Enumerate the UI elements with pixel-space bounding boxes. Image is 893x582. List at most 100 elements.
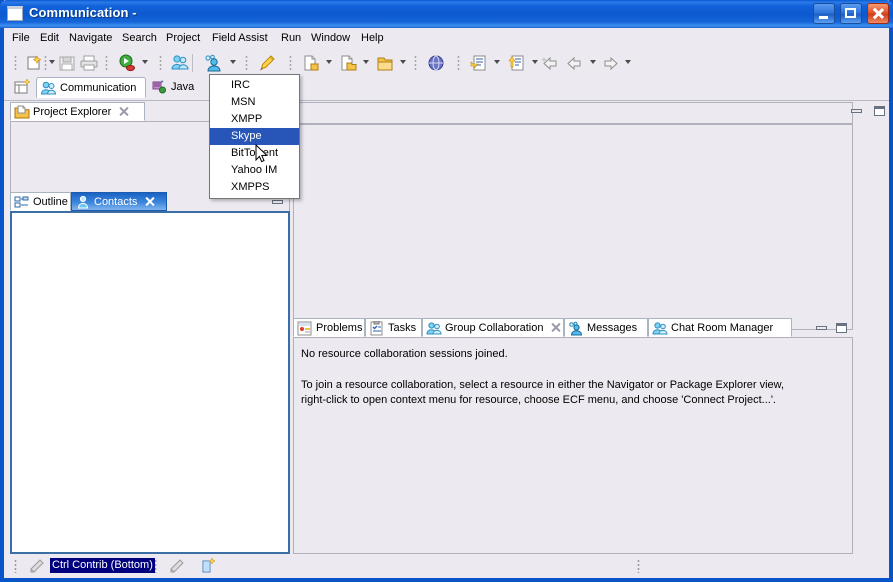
main-toolbar [4,49,889,77]
tab-outline[interactable]: Outline [10,192,71,211]
provider-dropdown-menu[interactable]: IRC MSN XMPP Skype BitTorrent Yahoo IM X… [209,74,300,199]
tab-label-tasks: Tasks [388,322,417,334]
prev-nav-dropdown-arrow[interactable] [590,60,596,64]
open-type-button[interactable] [469,53,489,73]
close-icon[interactable] [145,197,154,206]
menu-item-xmpp[interactable]: XMPP [210,111,299,128]
menu-edit[interactable]: Edit [36,31,63,45]
title-bar: Communication - [0,0,893,28]
open-task-dropdown-arrow[interactable] [532,60,538,64]
new-folder-button[interactable] [375,53,395,73]
tasks-icon [369,320,385,336]
menu-item-bittorrent[interactable]: BitTorrent [210,145,299,162]
menu-field-assist[interactable]: Field Assist [208,31,272,45]
toolbar-grip[interactable] [414,55,417,71]
toolbar-grip[interactable] [289,55,292,71]
open-perspective-icon[interactable] [14,78,32,96]
editor-minimize-button[interactable] [850,105,863,120]
tab-label-group-collaboration: Group Collaboration [445,322,544,334]
minimize-button[interactable] [812,3,835,24]
menu-item-skype[interactable]: Skype [210,128,299,145]
toolbar-grip[interactable] [159,55,162,71]
bottom-view-maximize-button[interactable] [830,322,848,337]
tab-label-messages: Messages [587,322,638,334]
tab-problems[interactable]: Problems [293,318,365,337]
perspective-bar: Communication Java [4,76,889,101]
toolbar-grip[interactable] [105,55,108,71]
print-button[interactable] [79,53,99,73]
editor-maximize-button[interactable] [868,105,886,120]
menu-help[interactable]: Help [357,31,388,45]
editor-area[interactable] [293,124,853,330]
back-nav-button[interactable] [541,53,561,73]
menu-item-xmpps[interactable]: XMPPS [210,179,299,196]
status-highlight-label[interactable]: Ctrl Contrib (Bottom) [50,558,155,573]
menu-file[interactable]: File [8,31,34,45]
menu-search[interactable]: Search [118,31,161,45]
next-nav-button[interactable] [600,53,620,73]
tab-label-project-explorer: Project Explorer [33,106,112,118]
group-button[interactable] [170,53,190,73]
open-task-button[interactable] [507,53,527,73]
group-collaboration-content[interactable]: No resource collaboration sessions joine… [293,337,853,554]
tab-group-collaboration[interactable]: Group Collaboration [422,318,564,337]
tab-contacts[interactable]: Contacts [71,192,167,211]
new-wizard-button[interactable] [24,53,44,73]
tab-label-chat-room-manager: Chat Room Manager [671,322,774,334]
new-wizard-dropdown-arrow[interactable] [49,60,55,64]
close-button[interactable] [867,3,889,24]
problems-icon [297,321,313,336]
group-collab-icon [426,321,442,336]
new-folder-dropdown-arrow[interactable] [400,60,406,64]
toolbar-grip[interactable] [245,55,248,71]
web-browser-button[interactable] [426,53,446,73]
user-connect-dropdown-arrow[interactable] [230,60,236,64]
toolbar-grip[interactable] [14,55,17,71]
menu-project[interactable]: Project [162,31,204,45]
menu-navigate[interactable]: Navigate [65,31,116,45]
toolbar-grip[interactable] [457,55,460,71]
bottom-view-minimize-button[interactable] [815,322,828,337]
pencil-icon-right[interactable] [168,558,185,574]
field-assist-icon[interactable] [200,557,216,574]
outline-icon [14,195,30,210]
tab-project-explorer[interactable]: Project Explorer [10,102,145,121]
editor-tabstrip[interactable] [293,102,853,124]
next-nav-dropdown-arrow[interactable] [625,60,631,64]
open-type-dropdown-arrow[interactable] [494,60,500,64]
close-icon[interactable] [119,107,128,116]
annotate-button[interactable] [257,53,277,73]
pencil-icon-left[interactable] [28,558,45,574]
minimize-icon [815,322,828,334]
run-button[interactable] [117,53,137,73]
menu-item-msn[interactable]: MSN [210,94,299,111]
perspective-tab-java[interactable]: Java [148,77,212,98]
minimize-icon [850,105,863,117]
maximize-button[interactable] [839,3,862,24]
new-doc-add-button[interactable] [301,53,321,73]
run-dropdown-arrow[interactable] [142,60,148,64]
new-doc-folder-button[interactable] [338,53,358,73]
prev-nav-button[interactable] [565,53,585,73]
toolbar-grip[interactable] [44,55,47,71]
tab-tasks[interactable]: Tasks [365,318,422,337]
menu-window[interactable]: Window [307,31,354,45]
tab-chat-room-manager[interactable]: Chat Room Manager [648,318,792,337]
communication-perspective-icon [40,80,57,96]
menu-item-irc[interactable]: IRC [210,77,299,94]
status-grip[interactable] [637,559,640,573]
status-grip[interactable] [14,559,17,573]
new-doc-add-dropdown-arrow[interactable] [326,60,332,64]
window-app-icon [7,6,23,21]
tab-messages[interactable]: Messages [564,318,648,337]
contacts-list[interactable] [10,211,290,554]
window-title: Communication - [29,5,137,20]
menu-item-yahoo-im[interactable]: Yahoo IM [210,162,299,179]
perspective-tab-communication[interactable]: Communication [36,77,146,98]
user-connect-button[interactable] [204,53,224,73]
menu-run[interactable]: Run [277,31,305,45]
save-button[interactable] [57,53,77,73]
close-icon[interactable] [552,323,561,332]
new-doc-folder-dropdown-arrow[interactable] [363,60,369,64]
client-area: File Edit Navigate Search Project Field … [4,28,889,578]
